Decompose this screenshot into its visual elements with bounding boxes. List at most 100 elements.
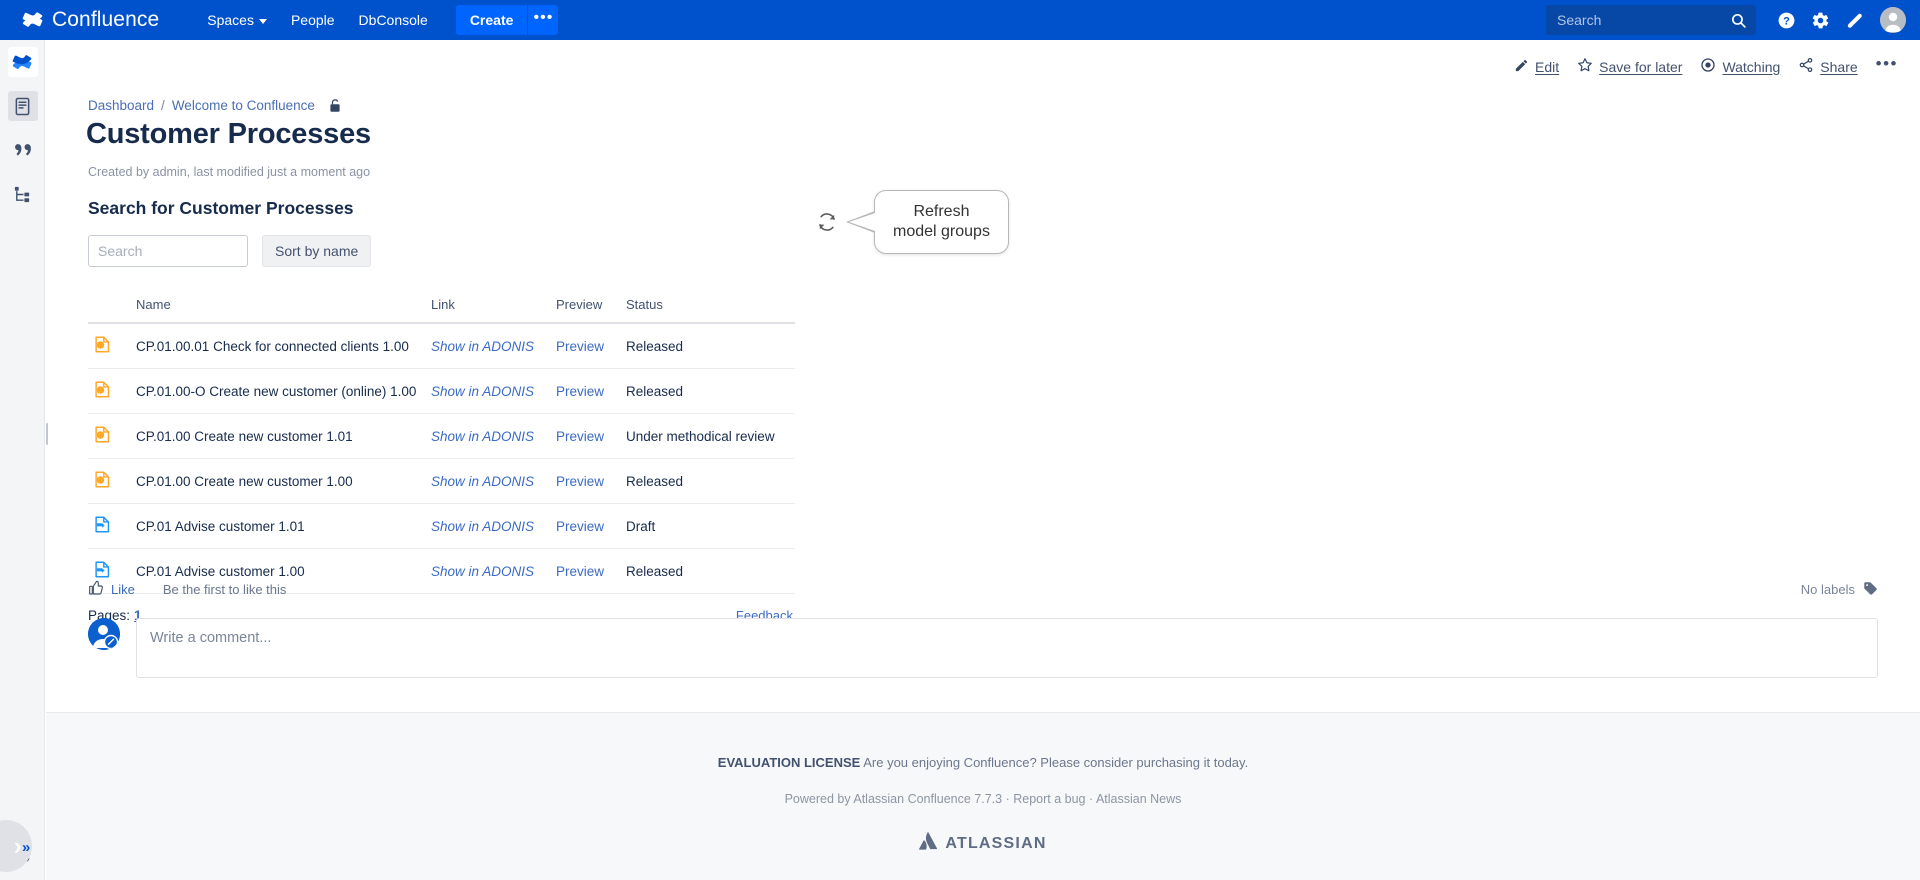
sort-by-name-button[interactable]: Sort by name [262, 235, 372, 267]
help-icon[interactable]: ? [1770, 4, 1802, 36]
page-content-area: Edit Save for later Watching Share ••• D… [46, 40, 1920, 880]
column-header-icon [88, 291, 130, 324]
more-actions-button[interactable]: ••• [1876, 54, 1898, 79]
nav-item-spaces-label: Spaces [207, 12, 254, 28]
confluence-brand[interactable]: Confluence [22, 8, 159, 32]
orange-document-icon [94, 336, 111, 357]
preview-link[interactable]: Preview [556, 429, 604, 444]
user-avatar-icon[interactable] [1880, 7, 1906, 33]
customer-processes-table: Name Link Preview Status CP.01.00.01 Che… [88, 291, 795, 594]
breadcrumb-separator: / [161, 98, 165, 113]
padlock-icon[interactable] [328, 98, 342, 113]
top-navigation-bar: Confluence Spaces People DbConsole Creat… [0, 0, 1920, 40]
row-icon-cell [88, 368, 130, 414]
sidebar-item-blog[interactable] [0, 128, 45, 172]
row-icon-cell [88, 458, 130, 504]
page-tree-icon [8, 179, 38, 209]
labels-text: No labels [1800, 582, 1855, 597]
social-row: Like Be the first to like this No labels [88, 580, 1878, 599]
footer-dot-2: · [1088, 792, 1094, 806]
global-search-box[interactable] [1546, 5, 1756, 35]
sidebar-item-space-home[interactable] [0, 40, 45, 84]
settings-gear-icon[interactable] [1804, 4, 1836, 36]
show-in-adonis-link[interactable]: Show in ADONIS [431, 474, 534, 489]
table-body: CP.01.00.01 Check for connected clients … [88, 323, 795, 594]
row-name: CP.01 Advise customer 1.01 [130, 503, 425, 549]
table-header-row: Name Link Preview Status [88, 291, 795, 324]
macro-heading: Search for Customer Processes [88, 198, 354, 218]
orange-document-icon [94, 471, 111, 492]
page-title: Customer Processes [86, 118, 371, 150]
refresh-circular-arrows-icon[interactable] [816, 211, 838, 233]
save-for-later-button[interactable]: Save for later [1577, 57, 1682, 76]
nav-item-dbconsole[interactable]: DbConsole [347, 0, 440, 40]
share-label: Share [1820, 58, 1858, 75]
footer-links: Powered by Atlassian Confluence 7.7.3 · … [46, 792, 1920, 806]
nav-item-spaces[interactable]: Spaces [195, 0, 279, 40]
like-label: Like [111, 582, 135, 597]
watching-button[interactable]: Watching [1700, 57, 1780, 76]
preview-link[interactable]: Preview [556, 474, 604, 489]
show-in-adonis-link[interactable]: Show in ADONIS [431, 384, 534, 399]
table-row: CP.01.00.01 Check for connected clients … [88, 323, 795, 369]
row-status: Draft [620, 503, 795, 549]
main-nav-items: Spaces People DbConsole Create ••• [195, 0, 559, 40]
comment-input[interactable]: Write a comment... [136, 618, 1878, 678]
row-status: Released [620, 458, 795, 504]
like-button[interactable]: Like [88, 580, 135, 599]
column-header-link: Link [425, 291, 550, 324]
row-name: CP.01.00-O Create new customer (online) … [130, 368, 425, 414]
thumbs-up-icon [88, 580, 104, 599]
show-in-adonis-link[interactable]: Show in ADONIS [431, 564, 534, 579]
like-note: Be the first to like this [162, 582, 287, 597]
row-icon-cell [88, 503, 130, 549]
user-edit-avatar-icon[interactable] [88, 618, 120, 650]
show-in-adonis-link[interactable]: Show in ADONIS [431, 519, 534, 534]
preview-link[interactable]: Preview [556, 339, 604, 354]
preview-link[interactable]: Preview [556, 519, 604, 534]
create-more-button[interactable]: ••• [528, 5, 559, 35]
search-icon [1730, 12, 1747, 34]
table-row: CP.01.00 Create new customer 1.00 Show in… [88, 458, 795, 504]
row-name: CP.01.00.01 Check for connected clients … [130, 323, 425, 369]
table-row: CP.01.00-O Create new customer (online) … [88, 368, 795, 414]
edit-label: Edit [1535, 58, 1560, 75]
breadcrumb-item-welcome[interactable]: Welcome to Confluence [172, 98, 315, 113]
notifications-bell-icon[interactable] [1838, 4, 1870, 36]
refresh-tooltip: Refresh model groups [846, 190, 1009, 254]
preview-link[interactable]: Preview [556, 384, 604, 399]
share-icon [1798, 57, 1814, 76]
nav-item-people-label: People [290, 12, 335, 28]
orange-document-icon [94, 426, 111, 447]
label-tag-icon [1863, 581, 1878, 599]
refresh-group: Refresh model groups [816, 190, 1009, 254]
atlassian-news-link[interactable]: Atlassian News [1096, 792, 1181, 806]
edit-button[interactable]: Edit [1514, 58, 1559, 76]
row-status: Released [620, 368, 795, 414]
comment-row: Write a comment... [88, 618, 1878, 678]
blue-document-icon [94, 516, 111, 537]
search-input[interactable] [1547, 6, 1755, 34]
show-in-adonis-link[interactable]: Show in ADONIS [431, 339, 534, 354]
atlassian-logo-icon [919, 832, 938, 855]
expand-sidebar-label[interactable]: » [22, 839, 30, 856]
create-button[interactable]: Create [455, 5, 528, 35]
svg-text:?: ? [1783, 15, 1790, 27]
confluence-home-icon [7, 47, 38, 77]
preview-link[interactable]: Preview [556, 564, 604, 579]
row-name: CP.01.00 Create new customer 1.00 [130, 458, 425, 504]
column-header-status: Status [620, 291, 795, 324]
sidebar-item-pages[interactable] [0, 84, 45, 128]
macro-controls: Sort by name [88, 235, 908, 267]
breadcrumb-item-dashboard[interactable]: Dashboard [88, 98, 154, 113]
labels-group[interactable]: No labels [1801, 581, 1878, 599]
sidebar-item-page-tree[interactable] [0, 172, 45, 216]
report-a-bug-link[interactable]: Report a bug [1013, 792, 1085, 806]
show-in-adonis-link[interactable]: Show in ADONIS [431, 429, 534, 444]
nav-item-people[interactable]: People [279, 0, 347, 40]
column-header-name: Name [130, 291, 425, 324]
sidebar-resize-handle[interactable] [44, 420, 49, 448]
share-button[interactable]: Share [1798, 57, 1858, 76]
atlassian-logo: ATLASSIAN [919, 832, 1046, 855]
macro-search-input[interactable] [88, 235, 248, 267]
